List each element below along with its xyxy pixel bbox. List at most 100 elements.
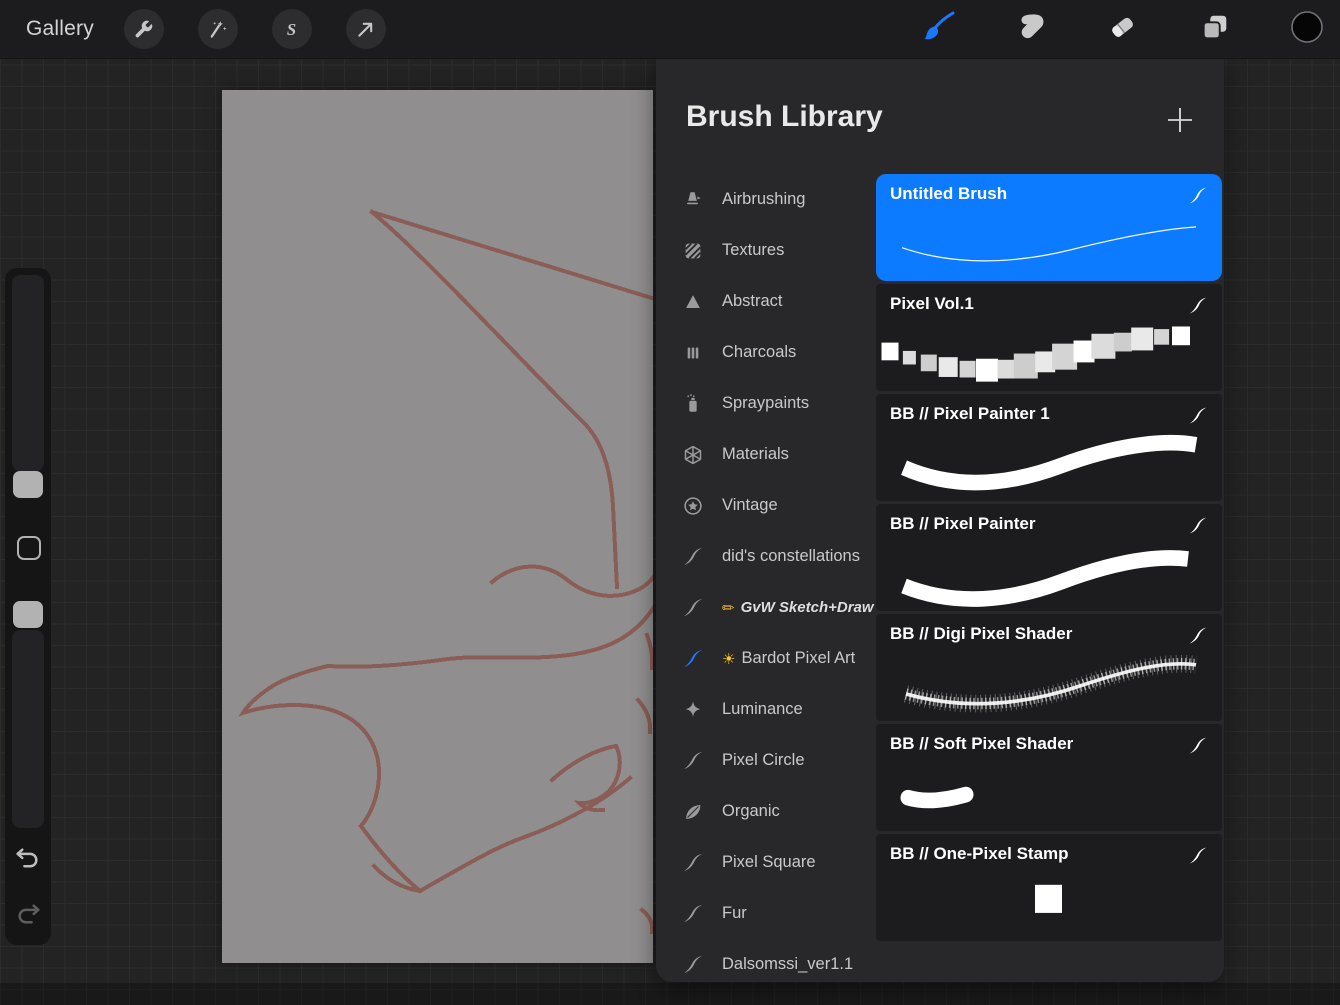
brush-stroke-icon bbox=[680, 748, 706, 774]
adjustments-button[interactable] bbox=[198, 9, 238, 49]
smudge-tool-button[interactable] bbox=[1014, 12, 1048, 46]
brush-card-bb-pixel-painter[interactable]: BB // Pixel Painter bbox=[876, 504, 1222, 611]
undo-icon bbox=[14, 858, 41, 875]
category-label: Luminance bbox=[722, 700, 803, 719]
category-label: Bardot Pixel Art bbox=[741, 649, 855, 668]
category-label: Fur bbox=[722, 904, 747, 923]
category-label: Charcoals bbox=[722, 343, 796, 362]
brush-name: BB // Pixel Painter bbox=[890, 514, 1036, 534]
brush-size-slider-handle[interactable] bbox=[13, 471, 43, 498]
category-did-s-constellations[interactable]: did's constellations bbox=[656, 531, 876, 582]
drawing-canvas[interactable] bbox=[222, 90, 653, 963]
swoosh-small-icon bbox=[1188, 516, 1208, 536]
category-label: Pixel Circle bbox=[722, 751, 805, 770]
brush-card-untitled-brush[interactable]: Untitled Brush bbox=[876, 174, 1222, 281]
brush-preview bbox=[876, 204, 1222, 281]
category-label: Materials bbox=[722, 445, 789, 464]
category-dalsomssi-ver1-1[interactable]: Dalsomssi_ver1.1 bbox=[656, 939, 876, 982]
transform-arrow-icon bbox=[355, 19, 376, 40]
swoosh-small-icon bbox=[1188, 296, 1208, 316]
procreate-screen: Gallery S Brush Library AirbrushingTextu… bbox=[0, 0, 1340, 1005]
transform-button[interactable] bbox=[346, 9, 386, 49]
top-toolbar: Gallery S bbox=[0, 0, 1340, 59]
brush-list: Untitled Brush Pixel Vol.1 BB // Pixel Pai… bbox=[876, 174, 1222, 982]
swoosh-small-icon bbox=[1188, 406, 1208, 426]
redo-button[interactable] bbox=[14, 902, 42, 928]
brush-card-header: BB // Pixel Painter 1 bbox=[876, 394, 1222, 426]
paint-tool-button[interactable] bbox=[922, 12, 956, 46]
layers-tool-button[interactable] bbox=[1198, 12, 1232, 46]
category-pixel-circle[interactable]: Pixel Circle bbox=[656, 735, 876, 786]
gallery-button[interactable]: Gallery bbox=[26, 17, 94, 41]
plus-icon bbox=[1164, 123, 1196, 140]
actions-button[interactable] bbox=[124, 9, 164, 49]
brush-card-header: Pixel Vol.1 bbox=[876, 284, 1222, 316]
category-charcoals[interactable]: Charcoals bbox=[656, 327, 876, 378]
brush-stroke-icon bbox=[680, 595, 706, 621]
category-pixel-square[interactable]: Pixel Square bbox=[656, 837, 876, 888]
category-textures[interactable]: Textures bbox=[656, 225, 876, 276]
category-organic[interactable]: Organic bbox=[656, 786, 876, 837]
category-label: Airbrushing bbox=[722, 190, 805, 209]
brush-preview bbox=[876, 424, 1222, 501]
brush-library-panel: Brush Library AirbrushingTexturesAbstrac… bbox=[656, 58, 1224, 982]
brush-name: BB // One-Pixel Stamp bbox=[890, 844, 1069, 864]
brush-card-bb-pixel-painter-1[interactable]: BB // Pixel Painter 1 bbox=[876, 394, 1222, 501]
brush-name: BB // Soft Pixel Shader bbox=[890, 734, 1073, 754]
abstract-triangle-icon bbox=[680, 289, 706, 315]
brush-preview bbox=[876, 314, 1222, 391]
charcoals-icon bbox=[680, 340, 706, 366]
sidebar-toolbar bbox=[5, 268, 51, 945]
luminance-sparkle-icon bbox=[680, 697, 706, 723]
topbar-right-tools bbox=[922, 12, 1324, 46]
swoosh-small-icon bbox=[1188, 626, 1208, 646]
paint-brush-icon bbox=[922, 10, 956, 49]
brush-preview bbox=[876, 534, 1222, 611]
brush-name: Untitled Brush bbox=[890, 184, 1007, 204]
modify-button[interactable] bbox=[17, 536, 41, 560]
brush-card-bb-digi-pixel-shader[interactable]: BB // Digi Pixel Shader bbox=[876, 614, 1222, 721]
canvas-bottom-edge bbox=[0, 983, 1340, 1005]
category-gvw-sketch-draw[interactable]: ✏ GvW Sketch+Draw bbox=[656, 582, 876, 633]
swoosh-small-icon bbox=[1188, 736, 1208, 756]
category-label: Dalsomssi_ver1.1 bbox=[722, 955, 853, 974]
category-vintage[interactable]: Vintage bbox=[656, 480, 876, 531]
brush-name: BB // Pixel Painter 1 bbox=[890, 404, 1050, 424]
pencil-emoji-icon: ✏ bbox=[722, 599, 735, 617]
category-label: GvW Sketch+Draw bbox=[741, 599, 874, 616]
topbar-left-tools: S bbox=[124, 9, 386, 49]
category-label: Vintage bbox=[722, 496, 778, 515]
brush-card-header: BB // Soft Pixel Shader bbox=[876, 724, 1222, 756]
selection-button[interactable]: S bbox=[272, 9, 312, 49]
category-materials[interactable]: Materials bbox=[656, 429, 876, 480]
category-label: Textures bbox=[722, 241, 784, 260]
opacity-slider-track[interactable] bbox=[12, 630, 44, 828]
category-label: Spraypaints bbox=[722, 394, 809, 413]
undo-button[interactable] bbox=[14, 846, 42, 872]
brush-card-header: BB // One-Pixel Stamp bbox=[876, 834, 1222, 866]
category-airbrushing[interactable]: Airbrushing bbox=[656, 174, 876, 225]
brush-name: BB // Digi Pixel Shader bbox=[890, 624, 1072, 644]
add-brush-button[interactable] bbox=[1164, 104, 1196, 136]
category-label: Abstract bbox=[722, 292, 783, 311]
color-tool-button[interactable] bbox=[1290, 12, 1324, 46]
brush-card-pixel-vol-1[interactable]: Pixel Vol.1 bbox=[876, 284, 1222, 391]
swoosh-small-icon bbox=[1188, 846, 1208, 866]
layers-icon bbox=[1199, 11, 1231, 48]
brush-card-bb-one-pixel-stamp[interactable]: BB // One-Pixel Stamp bbox=[876, 834, 1222, 941]
category-bardot-pixel-art[interactable]: ☀Bardot Pixel Art bbox=[656, 633, 876, 684]
brush-card-bb-soft-pixel-shader[interactable]: BB // Soft Pixel Shader bbox=[876, 724, 1222, 831]
smudge-finger-icon bbox=[1015, 11, 1047, 48]
category-abstract[interactable]: Abstract bbox=[656, 276, 876, 327]
category-luminance[interactable]: Luminance bbox=[656, 684, 876, 735]
opacity-slider-handle[interactable] bbox=[13, 601, 43, 628]
category-fur[interactable]: Fur bbox=[656, 888, 876, 939]
swoosh-small-icon bbox=[1188, 186, 1208, 206]
category-spraypaints[interactable]: Spraypaints bbox=[656, 378, 876, 429]
airbrush-icon bbox=[680, 187, 706, 213]
category-label: Pixel Square bbox=[722, 853, 816, 872]
brush-card-header: BB // Pixel Painter bbox=[876, 504, 1222, 536]
erase-tool-button[interactable] bbox=[1106, 12, 1140, 46]
wrench-icon bbox=[133, 19, 154, 40]
brush-size-slider-track[interactable] bbox=[12, 275, 44, 471]
